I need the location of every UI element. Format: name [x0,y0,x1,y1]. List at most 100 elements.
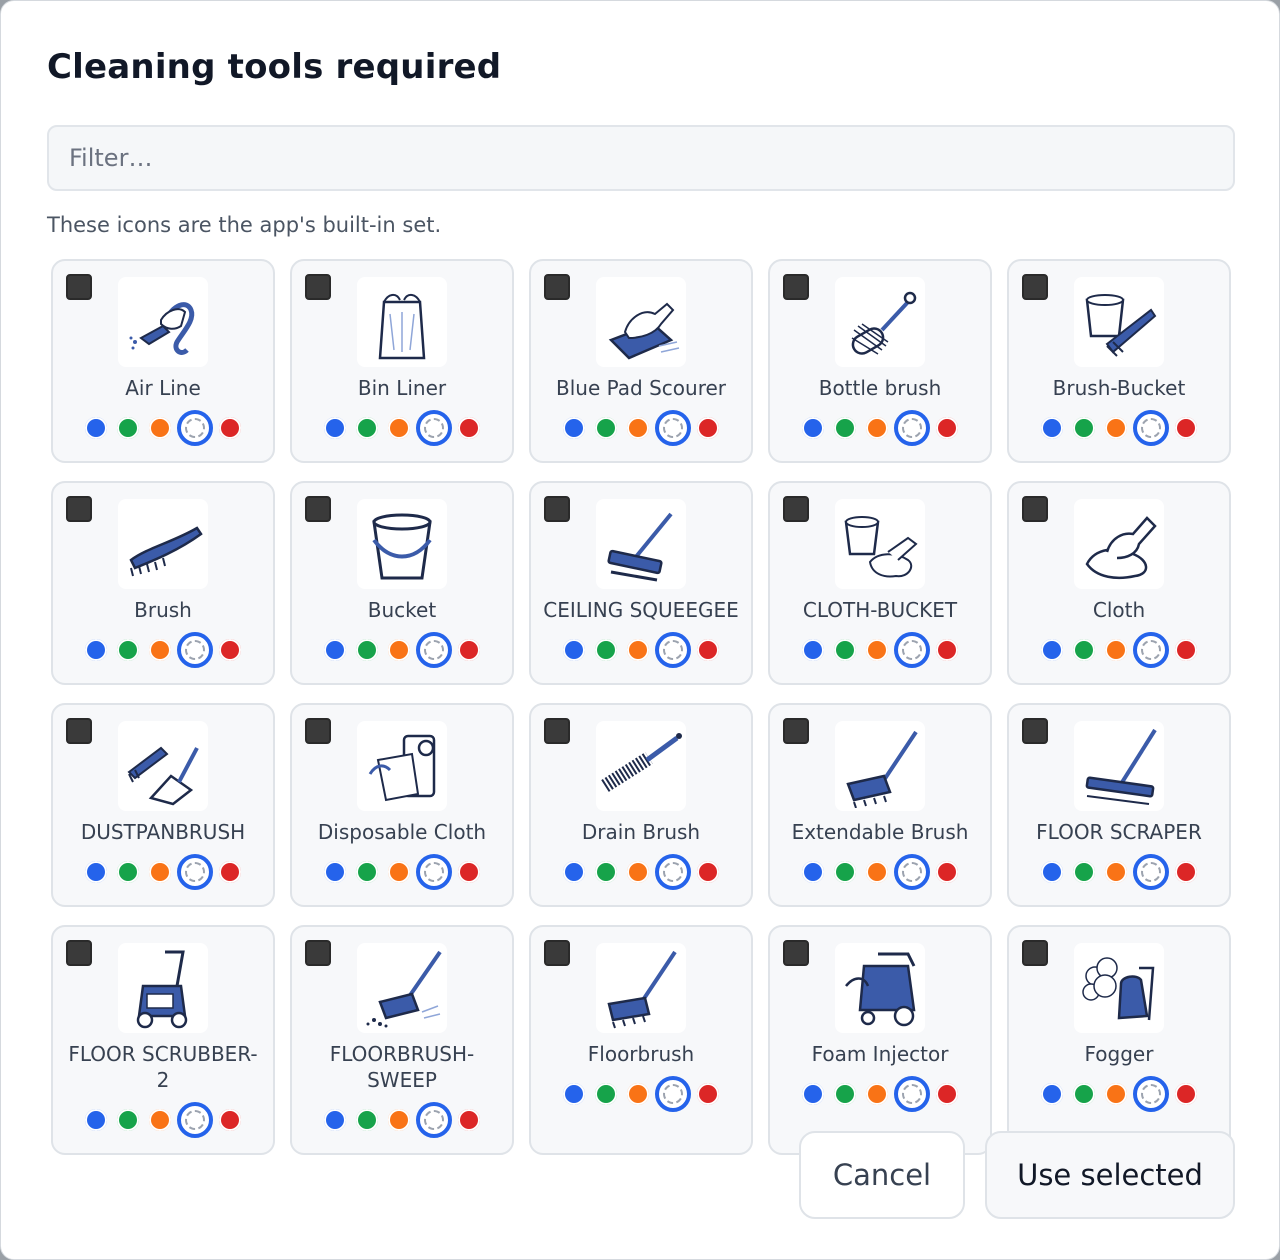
swatch-blue[interactable] [85,861,107,883]
swatch-blue[interactable] [85,417,107,439]
swatch-blue[interactable] [802,639,824,661]
swatch-orange[interactable] [388,417,410,439]
swatch-none[interactable] [655,1076,691,1112]
swatch-green[interactable] [595,861,617,883]
tool-checkbox[interactable] [544,496,570,522]
swatch-none[interactable] [177,1102,213,1138]
swatch-blue[interactable] [563,1083,585,1105]
tool-checkbox[interactable] [783,718,809,744]
swatch-blue[interactable] [324,417,346,439]
tool-checkbox[interactable] [66,274,92,300]
swatch-green[interactable] [117,639,139,661]
tool-card[interactable]: Bucket [290,481,514,685]
swatch-orange[interactable] [388,1109,410,1131]
tool-card[interactable]: Floorbrush [529,925,753,1155]
swatch-blue[interactable] [802,861,824,883]
swatch-blue[interactable] [802,1083,824,1105]
swatch-red[interactable] [1175,861,1197,883]
swatch-none[interactable] [894,632,930,668]
swatch-none[interactable] [177,410,213,446]
swatch-green[interactable] [117,861,139,883]
swatch-green[interactable] [834,1083,856,1105]
swatch-green[interactable] [834,417,856,439]
tool-checkbox[interactable] [305,496,331,522]
swatch-none[interactable] [177,854,213,890]
swatch-red[interactable] [458,639,480,661]
swatch-blue[interactable] [324,639,346,661]
tool-checkbox[interactable] [1022,940,1048,966]
swatch-blue[interactable] [324,1109,346,1131]
swatch-none[interactable] [894,1076,930,1112]
tool-card[interactable]: Brush-Bucket [1007,259,1231,463]
tool-checkbox[interactable] [544,718,570,744]
swatch-red[interactable] [936,417,958,439]
swatch-none[interactable] [1133,632,1169,668]
tool-checkbox[interactable] [66,718,92,744]
swatch-orange[interactable] [866,861,888,883]
swatch-red[interactable] [697,417,719,439]
tool-checkbox[interactable] [544,274,570,300]
tool-card[interactable]: Bin Liner [290,259,514,463]
swatch-red[interactable] [936,1083,958,1105]
swatch-orange[interactable] [627,639,649,661]
swatch-orange[interactable] [1105,1083,1127,1105]
tool-checkbox[interactable] [305,274,331,300]
tool-checkbox[interactable] [305,940,331,966]
swatch-blue[interactable] [324,861,346,883]
swatch-orange[interactable] [388,639,410,661]
swatch-green[interactable] [356,861,378,883]
swatch-green[interactable] [595,1083,617,1105]
swatch-green[interactable] [1073,417,1095,439]
tool-checkbox[interactable] [66,940,92,966]
swatch-none[interactable] [655,632,691,668]
swatch-orange[interactable] [1105,417,1127,439]
swatch-blue[interactable] [1041,861,1063,883]
swatch-red[interactable] [219,861,241,883]
tool-checkbox[interactable] [783,940,809,966]
tool-checkbox[interactable] [783,496,809,522]
tool-checkbox[interactable] [544,940,570,966]
swatch-none[interactable] [416,1102,452,1138]
swatch-none[interactable] [1133,1076,1169,1112]
tool-checkbox[interactable] [783,274,809,300]
tool-card[interactable]: Foam Injector [768,925,992,1155]
swatch-blue[interactable] [563,417,585,439]
swatch-orange[interactable] [866,417,888,439]
swatch-red[interactable] [697,639,719,661]
tool-card[interactable]: Bottle brush [768,259,992,463]
swatch-none[interactable] [655,410,691,446]
swatch-blue[interactable] [85,1109,107,1131]
tool-checkbox[interactable] [1022,718,1048,744]
tool-card[interactable]: FLOOR SCRUBBER-2 [51,925,275,1155]
filter-input[interactable] [47,125,1235,191]
swatch-blue[interactable] [1041,417,1063,439]
swatch-orange[interactable] [149,1109,171,1131]
tool-card[interactable]: DUSTPANBRUSH [51,703,275,907]
swatch-green[interactable] [1073,1083,1095,1105]
cancel-button[interactable]: Cancel [799,1131,965,1219]
swatch-blue[interactable] [802,417,824,439]
tool-card[interactable]: Air Line [51,259,275,463]
swatch-orange[interactable] [1105,639,1127,661]
swatch-green[interactable] [1073,861,1095,883]
swatch-none[interactable] [894,410,930,446]
swatch-red[interactable] [458,1109,480,1131]
tool-card[interactable]: Extendable Brush [768,703,992,907]
tool-card[interactable]: FLOORBRUSH-SWEEP [290,925,514,1155]
swatch-red[interactable] [1175,639,1197,661]
swatch-orange[interactable] [1105,861,1127,883]
swatch-red[interactable] [936,639,958,661]
swatch-orange[interactable] [149,861,171,883]
swatch-orange[interactable] [627,417,649,439]
tool-card[interactable]: CEILING SQUEEGEE [529,481,753,685]
swatch-red[interactable] [219,417,241,439]
swatch-blue[interactable] [563,639,585,661]
swatch-none[interactable] [655,854,691,890]
swatch-orange[interactable] [627,861,649,883]
swatch-blue[interactable] [85,639,107,661]
swatch-green[interactable] [117,1109,139,1131]
swatch-blue[interactable] [1041,1083,1063,1105]
swatch-orange[interactable] [149,639,171,661]
swatch-red[interactable] [219,1109,241,1131]
swatch-red[interactable] [1175,417,1197,439]
